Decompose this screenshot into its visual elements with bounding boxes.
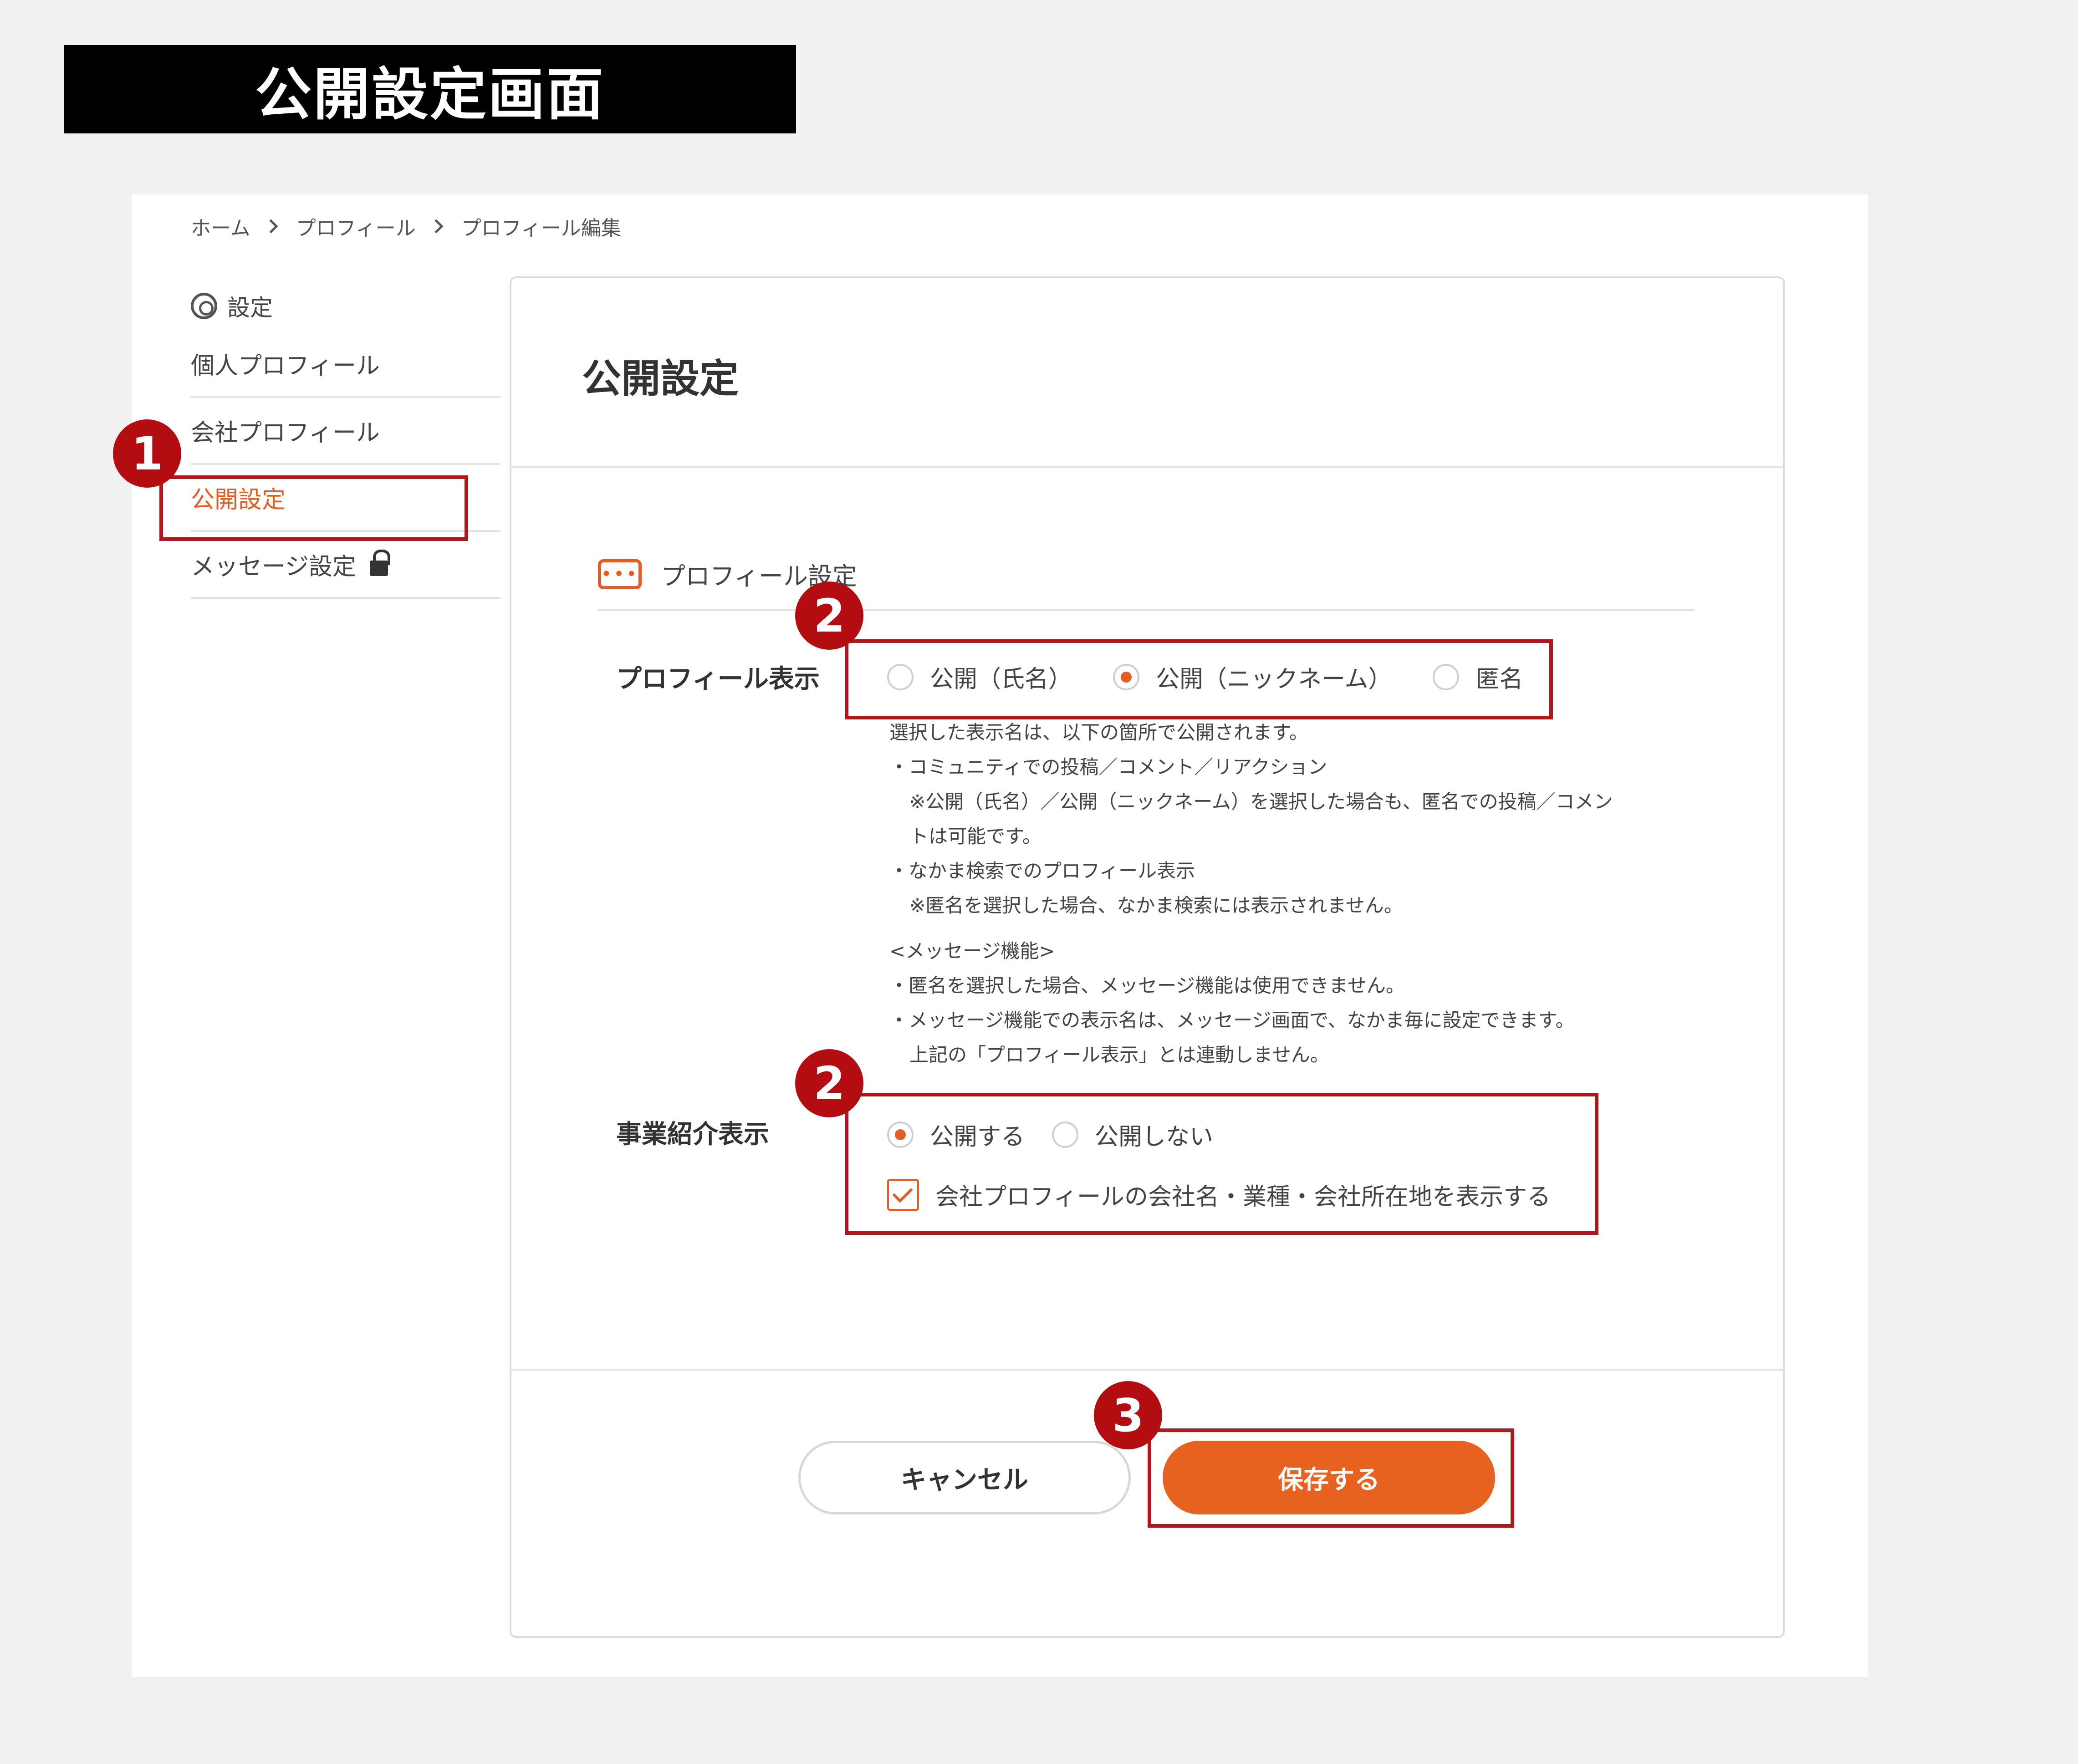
annotation-badge: 1 bbox=[113, 419, 181, 488]
sidebar-item-privacy-settings[interactable]: 公開設定 bbox=[191, 465, 500, 532]
description-line: ・メッセージ機能での表示名は、メッセージ画面で、なかま毎に設定できます。 bbox=[889, 1009, 1575, 1031]
description-line: 上記の「プロフィール表示」とは連動しません。 bbox=[909, 1044, 1329, 1066]
radio-label: 公開しない bbox=[1095, 1123, 1214, 1151]
description-line: <メッセージ機能> bbox=[889, 940, 1055, 962]
radio-button[interactable] bbox=[887, 663, 914, 690]
checkbox-checked[interactable] bbox=[887, 1178, 919, 1211]
app-screen: ホーム プロフィール プロフィール編集 設定 個人プロフィール 会社プロフィール… bbox=[113, 194, 1868, 1677]
radio-button[interactable] bbox=[1433, 663, 1460, 690]
description-line: トは可能です。 bbox=[909, 825, 1042, 847]
page-title: 公開設定 bbox=[582, 356, 739, 402]
radio-button-selected[interactable] bbox=[887, 1121, 914, 1148]
chevron-right-icon bbox=[264, 219, 278, 234]
radio-business-private[interactable]: 公開しない bbox=[1052, 1117, 1213, 1152]
profile-display-radio-group: 公開（氏名） 公開（ニックネーム） 匿名 bbox=[887, 660, 1564, 694]
description-line: ・なかま検索でのプロフィール表示 bbox=[889, 860, 1195, 882]
sidebar-item-label: メッセージ設定 bbox=[191, 553, 356, 581]
page-banner-title: 公開設定画面 bbox=[64, 45, 796, 133]
profile-display-description: 選択した表示名は、以下の箇所で公開されます。 ・コミュニティでの投稿／コメント／… bbox=[889, 715, 1709, 1072]
description-line: ※匿名を選択した場合、なかま検索には表示されません。 bbox=[909, 894, 1403, 917]
description-line: ・匿名を選択した場合、メッセージ機能は使用できません。 bbox=[889, 974, 1405, 997]
chevron-right-icon bbox=[429, 219, 444, 234]
breadcrumb: ホーム プロフィール プロフィール編集 bbox=[191, 204, 621, 249]
radio-anonymous[interactable]: 匿名 bbox=[1433, 660, 1523, 694]
sidebar-heading: 設定 bbox=[191, 281, 500, 331]
gear-icon bbox=[191, 293, 217, 319]
breadcrumb-profile[interactable]: プロフィール bbox=[296, 212, 416, 241]
radio-label: 公開（ニックネーム） bbox=[1156, 666, 1392, 693]
description-line: ※公開（氏名）／公開（ニックネーム）を選択した場合も、匿名での投稿／コメン bbox=[909, 790, 1613, 813]
profile-display-label: プロフィール表示 bbox=[616, 664, 820, 694]
cancel-button[interactable]: キャンセル bbox=[798, 1441, 1131, 1514]
annotation-badge: 2 bbox=[795, 581, 863, 650]
lock-icon bbox=[369, 549, 390, 576]
divider bbox=[511, 1369, 1783, 1371]
sidebar-item-label: 公開設定 bbox=[191, 486, 286, 514]
radio-business-public[interactable]: 公開する bbox=[887, 1117, 1025, 1152]
annotation-badge: 2 bbox=[795, 1049, 863, 1117]
sidebar-item-personal-profile[interactable]: 個人プロフィール bbox=[191, 331, 500, 398]
business-display-radio-group: 公開する 公開しない bbox=[887, 1117, 1254, 1152]
business-display-label: 事業紹介表示 bbox=[616, 1120, 769, 1149]
radio-label: 公開する bbox=[930, 1123, 1025, 1151]
divider bbox=[511, 466, 1783, 468]
sidebar-heading-label: 設定 bbox=[227, 295, 273, 321]
radio-button-selected[interactable] bbox=[1113, 663, 1140, 690]
radio-label: 匿名 bbox=[1476, 666, 1523, 693]
save-button[interactable]: 保存する bbox=[1163, 1441, 1495, 1514]
chat-bubble-icon: ••• bbox=[598, 559, 642, 589]
business-display-checkbox-row[interactable]: 会社プロフィールの会社名・業種・会社所在地を表示する bbox=[887, 1178, 1551, 1212]
radio-public-nickname[interactable]: 公開（ニックネーム） bbox=[1113, 660, 1392, 694]
sidebar-item-message-settings[interactable]: メッセージ設定 bbox=[191, 532, 500, 599]
description-line: ・コミュニティでの投稿／コメント／リアクション bbox=[889, 756, 1327, 778]
radio-public-name[interactable]: 公開（氏名） bbox=[887, 660, 1072, 694]
sidebar-item-company-profile[interactable]: 会社プロフィール bbox=[191, 398, 500, 465]
breadcrumb-home[interactable]: ホーム bbox=[191, 212, 250, 241]
sidebar-item-label: 会社プロフィール bbox=[191, 419, 380, 447]
radio-button[interactable] bbox=[1052, 1121, 1079, 1148]
divider bbox=[598, 609, 1695, 611]
radio-label: 公開（氏名） bbox=[930, 666, 1072, 693]
settings-sidebar: 設定 個人プロフィール 会社プロフィール 公開設定 メッセージ設定 bbox=[191, 281, 500, 599]
checkbox-label: 会社プロフィールの会社名・業種・会社所在地を表示する bbox=[935, 1183, 1551, 1211]
annotation-badge: 3 bbox=[1094, 1381, 1162, 1449]
breadcrumb-profile-edit: プロフィール編集 bbox=[461, 217, 621, 240]
description-line: 選択した表示名は、以下の箇所で公開されます。 bbox=[889, 721, 1308, 744]
sidebar-item-label: 個人プロフィール bbox=[191, 352, 380, 380]
